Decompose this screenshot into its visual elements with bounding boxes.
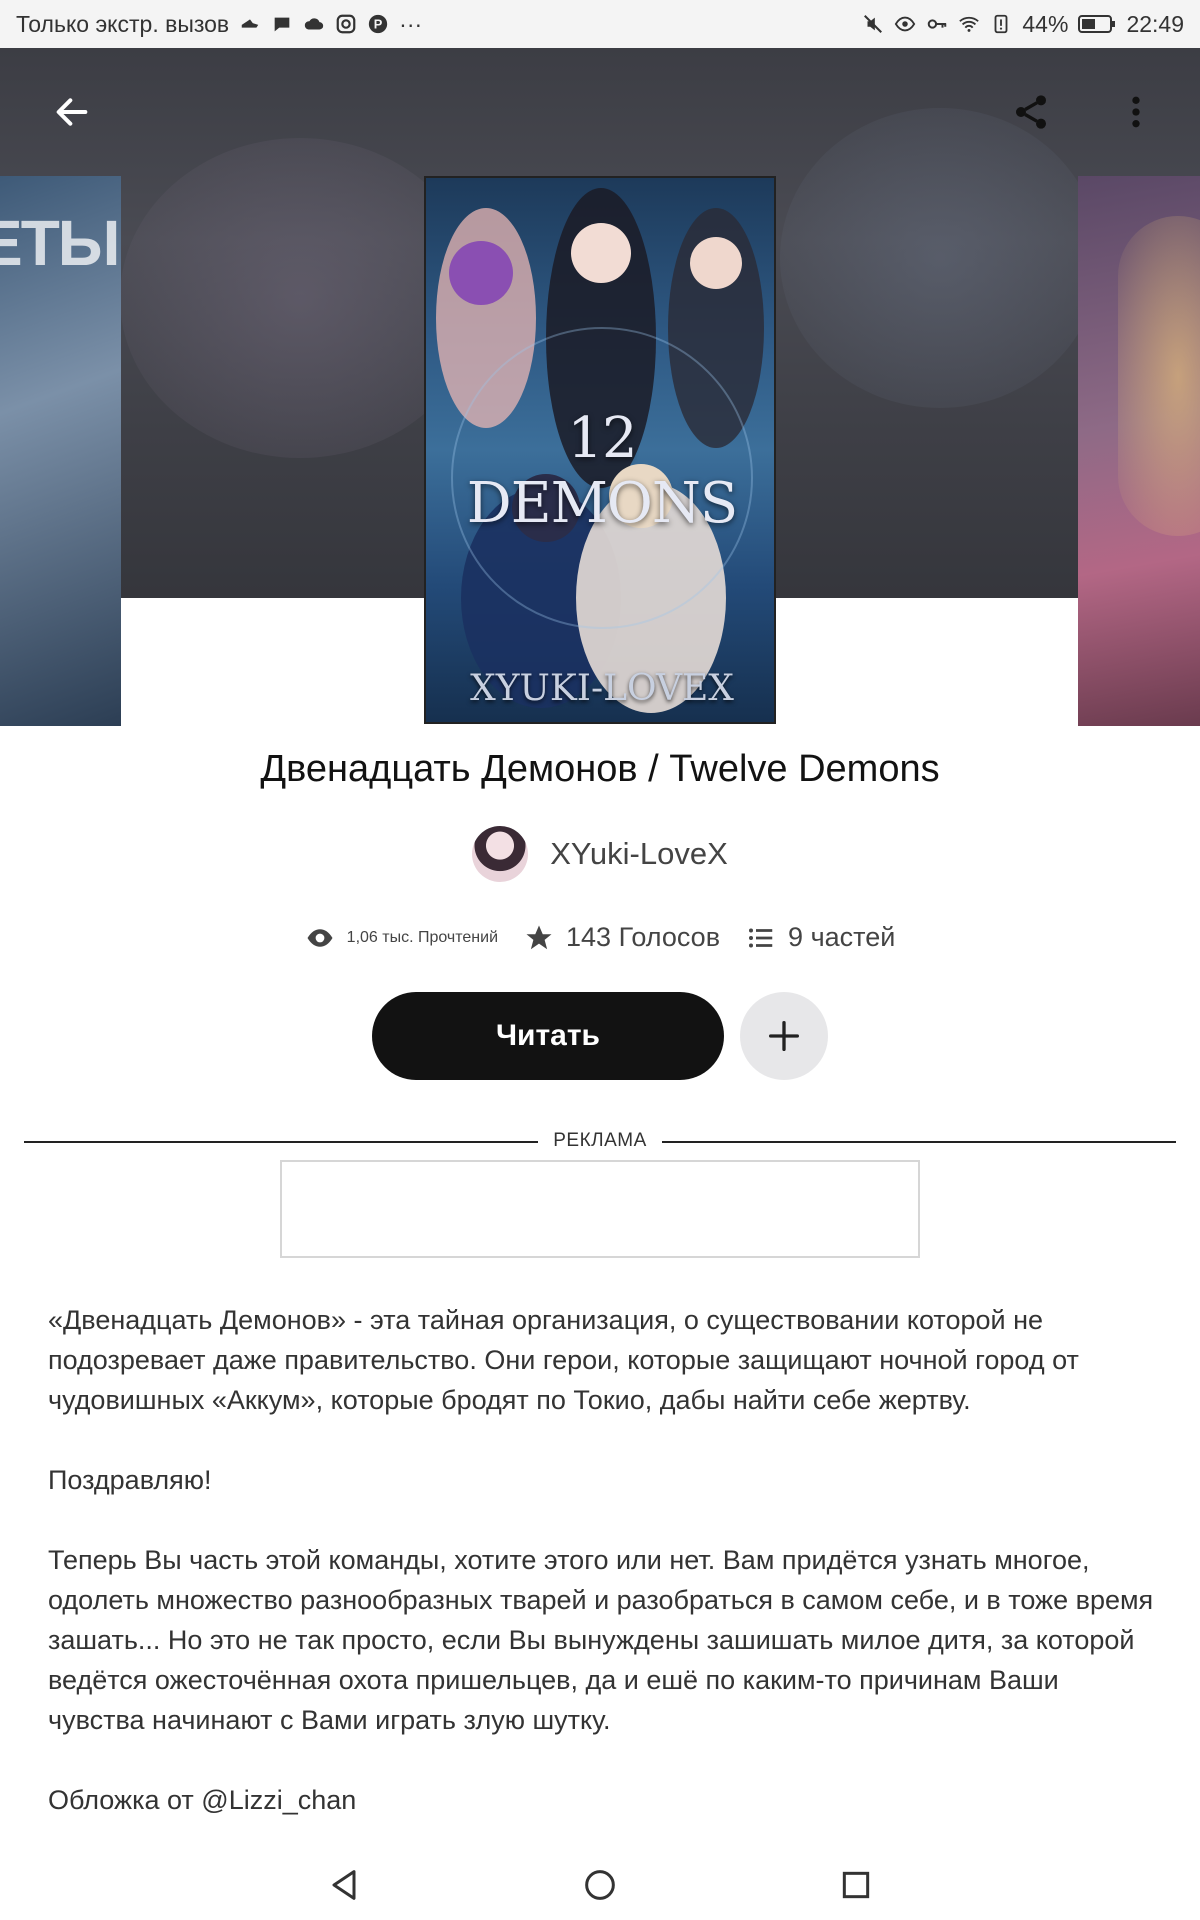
more-options-button[interactable] [1100, 76, 1172, 148]
circle-home-icon [585, 1870, 615, 1900]
clock: 22:49 [1126, 10, 1184, 37]
previous-cover-text: ЕТЫ [0, 207, 120, 279]
reads-count: 1,06 тыс. Прочтений [346, 928, 499, 946]
nav-back-button[interactable] [316, 1857, 372, 1913]
battery-icon [1078, 13, 1116, 35]
share-button[interactable] [995, 76, 1067, 148]
description-paragraph: Поздравляю! [48, 1465, 212, 1495]
share-icon [1016, 95, 1046, 129]
notification-sneaker-icon [239, 13, 261, 35]
cloud-icon [303, 13, 325, 35]
system-navigation-bar [0, 1850, 1200, 1920]
cover-author: XYUKI-LOVEX [470, 668, 734, 709]
read-button-label: Читать [495, 1019, 601, 1052]
previous-story-cover[interactable]: ЕТЫ [0, 176, 121, 726]
back-button[interactable] [36, 76, 108, 148]
plus-icon [769, 1021, 799, 1051]
status-left: Только экстр. вызов P ··· [16, 11, 422, 38]
description-paragraph: Теперь Вы часть этой команды, хотите это… [48, 1545, 1154, 1735]
carrier-text: Только экстр. вызов [16, 10, 230, 37]
more-notifications-text: ··· [399, 10, 423, 37]
cover-title: 12 DEMONS [466, 406, 738, 536]
status-bar: Только экстр. вызов P ··· 44% 22:49 [0, 0, 1200, 48]
author-name[interactable]: XYuki-LoveX [550, 836, 728, 872]
story-description: «Двенадцать Демонов» - эта тайная органи… [48, 1300, 1158, 1860]
list-icon [749, 928, 773, 947]
chat-bubble-icon [271, 13, 293, 35]
wifi-icon [958, 13, 980, 35]
pinterest-icon: P [367, 13, 389, 35]
description-paragraph: «Двенадцать Демонов» - эта тайная органи… [48, 1305, 1079, 1415]
nav-recents-button[interactable] [828, 1857, 884, 1913]
votes-stat: 143 Голосов [524, 922, 720, 953]
parts-count[interactable]: 9 частей [788, 922, 895, 953]
read-button[interactable]: Читать [372, 992, 724, 1080]
story-title: Двенадцать Демонов / Twelve Demons [260, 748, 940, 790]
description-paragraph: Обложка от @Lizzi_chan [48, 1785, 357, 1815]
story-cover[interactable]: 12 DEMONS XYUKI-LOVEX [424, 176, 776, 724]
battery-percent: 44% [1022, 10, 1069, 37]
votes-count: 143 Голосов [566, 922, 721, 952]
instagram-icon [335, 13, 357, 35]
square-recents-icon [842, 1871, 870, 1899]
add-to-library-button[interactable] [740, 992, 828, 1080]
arrow-left-icon [56, 98, 88, 126]
reads-stat: 1,06 тыс. Прочтений [305, 923, 498, 953]
author-row[interactable]: XYuki-LoveX [0, 826, 1200, 882]
nav-home-button[interactable] [572, 1857, 628, 1913]
key-icon [926, 13, 948, 35]
triangle-back-icon [332, 1870, 356, 1900]
mute-icon [862, 13, 884, 35]
sim-alert-icon [990, 13, 1012, 35]
story-stats: 1,06 тыс. Прочтений 143 Голосов 9 частей [0, 922, 1200, 953]
ad-slot[interactable] [280, 1160, 920, 1258]
next-story-cover[interactable] [1078, 176, 1200, 726]
status-right: 44% 22:49 [862, 11, 1184, 38]
parts-stat[interactable]: 9 частей [746, 922, 895, 953]
ad-label: РЕКЛАМА [553, 1130, 647, 1151]
more-vertical-icon [1132, 96, 1140, 128]
author-avatar[interactable] [472, 826, 529, 882]
next-cover-art [1118, 216, 1200, 536]
star-icon [526, 925, 552, 949]
eye-comfort-icon [894, 13, 916, 35]
svg-text:P: P [374, 17, 383, 32]
eye-icon [307, 928, 333, 947]
